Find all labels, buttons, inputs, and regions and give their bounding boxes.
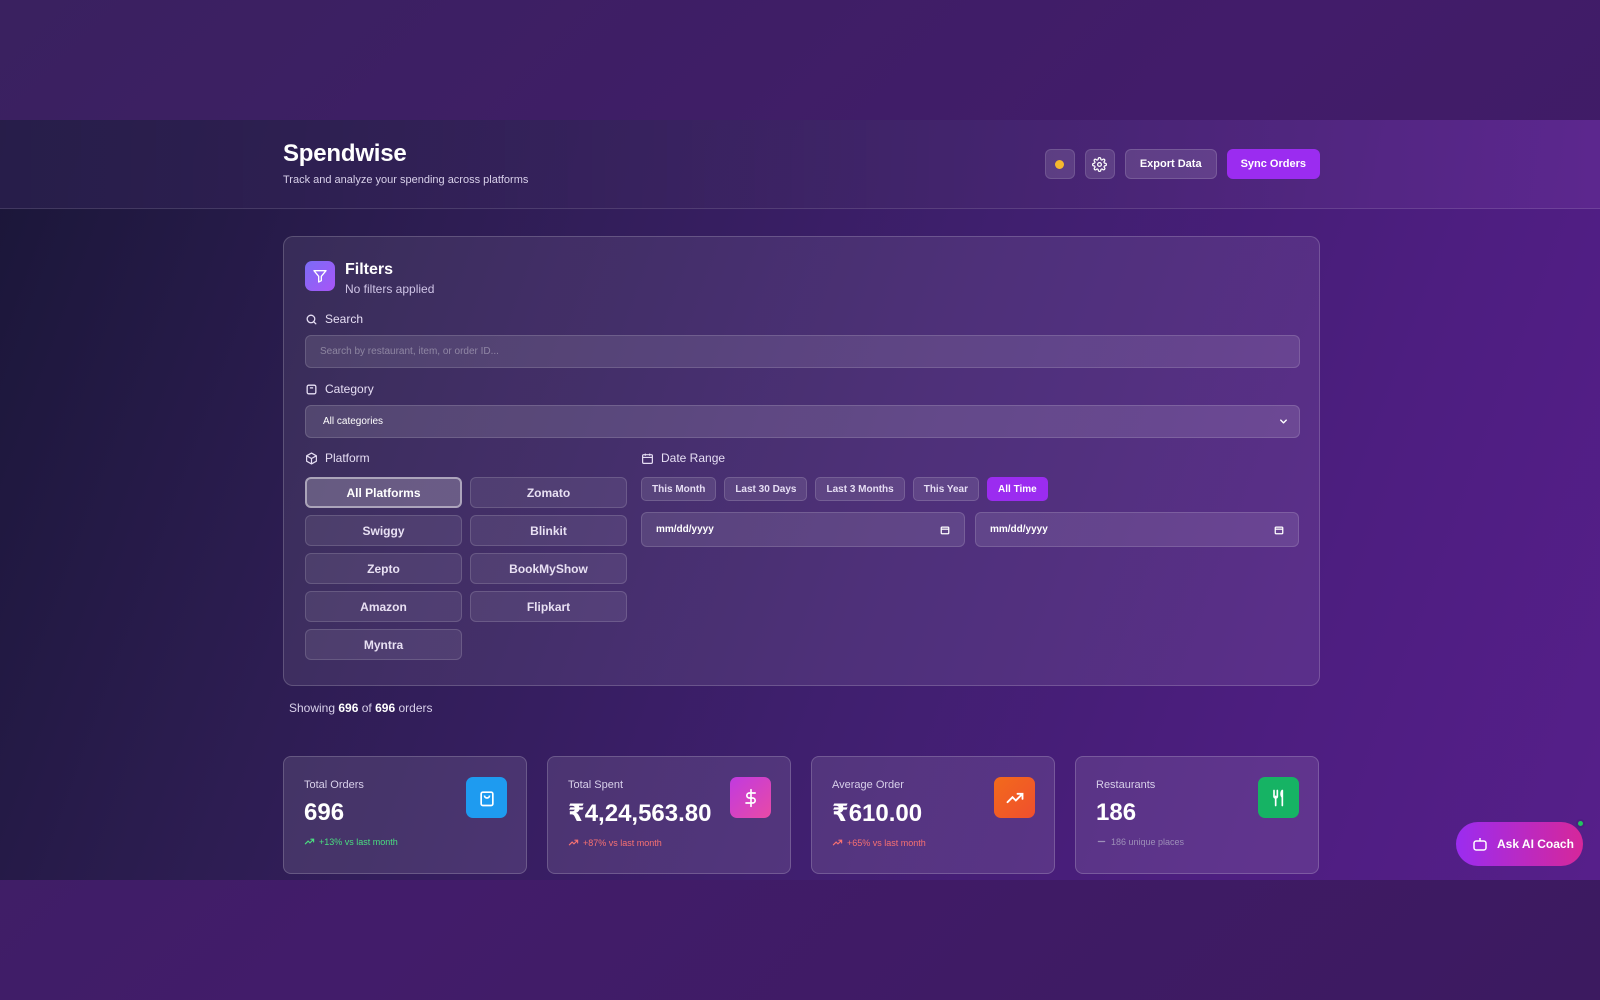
search-icon <box>306 314 317 324</box>
filters-header: Filters No filters applied <box>305 261 434 296</box>
tag-icon <box>306 384 317 394</box>
dollar-icon <box>730 777 771 818</box>
robot-icon <box>1473 838 1487 851</box>
category-select[interactable]: All categories <box>305 405 1300 438</box>
utensils-icon <box>1258 777 1299 818</box>
stat-trend: 186 unique places <box>1096 836 1298 847</box>
sync-orders-button[interactable]: Sync Orders <box>1226 149 1320 179</box>
date-range-label-text: Date Range <box>661 451 726 465</box>
trending-up-icon <box>994 777 1035 818</box>
stats-row: Total Orders 696 +13% vs last month Tota… <box>283 756 1319 874</box>
category-label: Category <box>305 382 374 396</box>
box-icon <box>306 451 317 465</box>
platform-bookmyshow[interactable]: BookMyShow <box>470 553 627 584</box>
shown-count: 696 <box>338 701 359 715</box>
start-date-input[interactable]: mm/dd/yyyy <box>641 512 965 547</box>
platform-swiggy[interactable]: Swiggy <box>305 515 462 546</box>
app-shell: Spendwise Track and analyze your spendin… <box>0 120 1600 880</box>
platform-label-text: Platform <box>325 451 370 465</box>
preset-last-3-months[interactable]: Last 3 Months <box>815 477 905 501</box>
ask-ai-coach-button[interactable]: Ask AI Coach <box>1456 819 1585 866</box>
platform-blinkit[interactable]: Blinkit <box>470 515 627 546</box>
search-label-text: Search <box>325 312 364 326</box>
platform-zepto[interactable]: Zepto <box>305 553 462 584</box>
stat-trend: +65% vs last month <box>832 837 1034 848</box>
platform-label: Platform <box>305 451 370 465</box>
filter-icon <box>305 261 335 291</box>
platform-amazon[interactable]: Amazon <box>305 591 462 622</box>
search-label: Search <box>305 312 363 326</box>
export-data-button[interactable]: Export Data <box>1124 149 1217 179</box>
results-count: Showing 696 of 696 orders <box>289 701 433 715</box>
trend-up-icon <box>304 838 315 845</box>
platform-zomato[interactable]: Zomato <box>470 477 627 508</box>
shopping-bag-icon <box>466 777 507 818</box>
app-title: Spendwise <box>283 140 407 167</box>
trend-up-icon <box>832 839 843 846</box>
settings-button[interactable] <box>1084 149 1115 179</box>
ask-ai-coach-label: Ask AI Coach <box>1497 837 1574 851</box>
platform-all-platforms[interactable]: All Platforms <box>305 477 462 508</box>
date-range-label: Date Range <box>641 451 725 465</box>
platform-grid: All Platforms Zomato Swiggy Blinkit Zept… <box>305 477 627 660</box>
category-label-text: Category <box>325 382 374 396</box>
dash-icon <box>1097 840 1106 843</box>
start-date-placeholder: mm/dd/yyyy <box>656 524 714 535</box>
filters-title: Filters <box>345 261 394 278</box>
stat-trend: +87% vs last month <box>568 837 770 848</box>
date-presets: This Month Last 30 Days Last 3 Months Th… <box>641 477 1048 501</box>
top-header: Spendwise Track and analyze your spendin… <box>0 120 1600 209</box>
header-actions: Export Data Sync Orders <box>1044 149 1320 179</box>
platform-myntra[interactable]: Myntra <box>305 629 462 660</box>
calendar-picker-icon[interactable] <box>1274 525 1284 535</box>
calendar-icon <box>642 453 653 464</box>
stat-card-restaurants: Restaurants 186 186 unique places <box>1075 756 1319 874</box>
theme-toggle-button[interactable] <box>1044 149 1075 179</box>
stat-card-average-order: Average Order ₹610.00 +65% vs last month <box>811 756 1055 874</box>
stat-card-total-orders: Total Orders 696 +13% vs last month <box>283 756 527 874</box>
filters-panel: Filters No filters applied Search Catego… <box>283 236 1320 686</box>
category-selected: All categories <box>323 416 384 427</box>
preset-all-time[interactable]: All Time <box>987 477 1048 501</box>
stat-trend: +13% vs last month <box>304 836 506 847</box>
preset-this-year[interactable]: This Year <box>912 477 980 501</box>
calendar-picker-icon[interactable] <box>940 525 950 535</box>
gear-icon <box>1092 156 1108 172</box>
stat-card-total-spent: Total Spent ₹4,24,563.80 +87% vs last mo… <box>547 756 791 874</box>
sun-icon <box>1055 159 1065 169</box>
total-count: 696 <box>375 701 396 715</box>
trend-up-icon <box>568 839 579 846</box>
end-date-input[interactable]: mm/dd/yyyy <box>975 512 1299 547</box>
chevron-down-icon <box>1280 419 1287 424</box>
online-indicator <box>1576 819 1585 828</box>
end-date-placeholder: mm/dd/yyyy <box>990 524 1048 535</box>
preset-last-30-days[interactable]: Last 30 Days <box>724 477 808 501</box>
filters-status: No filters applied <box>345 282 435 296</box>
brand: Spendwise Track and analyze your spendin… <box>283 140 528 186</box>
preset-this-month[interactable]: This Month <box>641 477 717 501</box>
platform-flipkart[interactable]: Flipkart <box>470 591 627 622</box>
search-input[interactable] <box>305 335 1300 368</box>
app-subtitle: Track and analyze your spending across p… <box>283 174 529 186</box>
